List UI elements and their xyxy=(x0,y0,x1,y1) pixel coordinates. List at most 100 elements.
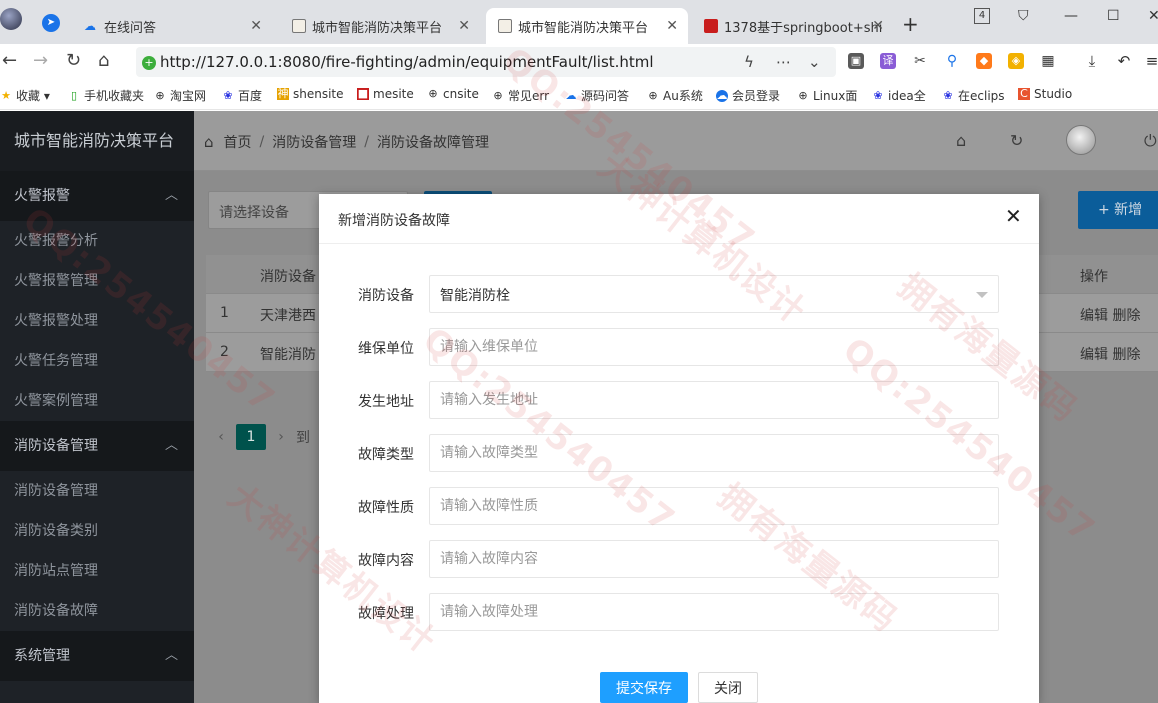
home-icon[interactable]: ⌂ xyxy=(956,131,966,150)
tab-platform-1[interactable]: 城市智能消防决策平台 ✕ xyxy=(280,8,480,44)
minimize-icon[interactable]: — xyxy=(1064,8,1078,24)
sidebar-item-alarm-analysis[interactable]: 火警报警分析 xyxy=(0,221,194,261)
next-page-icon[interactable]: › xyxy=(266,429,296,445)
bookmark-au[interactable]: ⊕ Au系统 xyxy=(647,87,702,104)
breadcrumb-home[interactable]: 首页 xyxy=(224,132,252,152)
sidebar-item-equipment-category[interactable]: 消防设备类别 xyxy=(0,511,194,551)
bookmark-mesite[interactable]: ■ mesite xyxy=(357,87,414,101)
fault-type-input[interactable] xyxy=(429,434,999,472)
equipment-select[interactable] xyxy=(429,275,999,313)
bookmark-baidu[interactable]: ❀ 百度 xyxy=(222,87,262,104)
field-row-fault-content: 故障内容 xyxy=(319,540,1039,578)
home-icon[interactable]: ⌂ xyxy=(204,133,214,151)
field-label: 故障性质 xyxy=(358,500,414,516)
apps-grid-icon[interactable]: ▦ xyxy=(1040,53,1056,69)
page-jump-label: 到 xyxy=(296,430,310,446)
tab-close-icon[interactable]: ✕ xyxy=(666,18,678,34)
sidebar-group-fire-alarm[interactable]: 火警报警 ︿ xyxy=(0,171,194,221)
sidebar-item-case-management[interactable]: 火警案例管理 xyxy=(0,381,194,421)
bookmark-taobao[interactable]: ⊕ 淘宝网 xyxy=(154,87,206,104)
sidebar-item-equipment-fault[interactable]: 消防设备故障 xyxy=(0,591,194,631)
address-bar[interactable]: + http://127.0.0.1:8080/fire-fighting/ad… xyxy=(136,47,836,77)
top-header: ⌂ 首页 / 消防设备管理 / 消防设备故障管理 ⌂ ↻ ⏻ xyxy=(194,111,1158,171)
add-button[interactable]: + 新增 xyxy=(1078,191,1158,229)
sidebar-item-alarm-handling[interactable]: 火警报警处理 xyxy=(0,301,194,341)
phone-icon: ▯ xyxy=(70,88,78,102)
sidebar-group-system[interactable]: 系统管理 ︿ xyxy=(0,631,194,681)
close-icon[interactable]: ✕ xyxy=(1005,206,1022,226)
profile-avatar-icon[interactable] xyxy=(0,8,22,30)
submit-button[interactable]: 提交保存 xyxy=(600,672,688,703)
bookmark-favorites[interactable]: ★ 收藏 ▾ xyxy=(0,87,50,104)
bookmark-shensite[interactable]: 神 shensite xyxy=(277,87,344,101)
sidebar-item-alarm-management[interactable]: 火警报警管理 xyxy=(0,261,194,301)
tab-count-badge[interactable]: 4 xyxy=(974,8,990,24)
fault-content-input[interactable] xyxy=(429,540,999,578)
url-text[interactable]: http://127.0.0.1:8080/fire-fighting/admi… xyxy=(160,53,654,71)
extension-box-icon[interactable]: ▣ xyxy=(848,53,864,69)
globe-icon: ⊕ xyxy=(155,88,165,102)
tab-springboot[interactable]: 1378基于springboot+shi ✕ xyxy=(692,8,894,44)
bookmark-member[interactable]: ☁ 会员登录 xyxy=(716,87,780,104)
browser-toolbar: ← → ↻ ⌂ + http://127.0.0.1:8080/fire-fig… xyxy=(0,44,1158,80)
fault-nature-input[interactable] xyxy=(429,487,999,525)
back-arrow-icon[interactable]: ← xyxy=(2,50,17,71)
bookmark-linux[interactable]: ⊕ Linux面 xyxy=(797,87,857,104)
field-row-fault-type: 故障类型 xyxy=(319,434,1039,472)
shirt-icon[interactable]: ⛉ xyxy=(1018,8,1029,24)
reload-icon[interactable]: ↻ xyxy=(66,50,81,71)
bookmark-idea[interactable]: ❀ idea全 xyxy=(872,87,925,104)
forward-arrow-icon[interactable]: → xyxy=(33,50,48,71)
new-tab-plus-icon[interactable]: + xyxy=(902,12,919,36)
chevron-down-icon[interactable]: ⌄ xyxy=(808,53,821,71)
secure-shield-icon: + xyxy=(142,56,156,70)
tab-close-icon[interactable]: ✕ xyxy=(250,18,262,34)
home-icon[interactable]: ⌂ xyxy=(98,50,109,71)
address-input[interactable] xyxy=(429,381,999,419)
tab-close-icon[interactable]: ✕ xyxy=(458,18,470,34)
translate-icon[interactable]: 译 xyxy=(880,53,896,69)
sidebar-item-equipment-management[interactable]: 消防设备管理 xyxy=(0,471,194,511)
bookmark-studio[interactable]: C Studio xyxy=(1018,87,1072,101)
user-avatar[interactable] xyxy=(1066,125,1096,155)
maximize-icon[interactable]: ☐ xyxy=(1107,8,1120,24)
tab-online-qa[interactable]: ☁ 在线问答 ✕ xyxy=(72,8,272,44)
close-button[interactable]: 关闭 xyxy=(698,672,758,703)
menu-icon[interactable]: ≡ xyxy=(1144,53,1158,69)
undo-icon[interactable]: ↶ xyxy=(1116,53,1132,69)
maintenance-unit-input[interactable] xyxy=(429,328,999,366)
window-close-icon[interactable]: ✕ xyxy=(1148,8,1158,24)
sidebar: 城市智能消防决策平台 火警报警 ︿ 火警报警分析 火警报警管理 火警报警处理 火… xyxy=(0,111,194,703)
sidebar-item-station-management[interactable]: 消防站点管理 xyxy=(0,551,194,591)
tab-close-icon[interactable]: ✕ xyxy=(872,18,884,34)
page-favicon-icon xyxy=(704,19,718,33)
row-actions[interactable]: 编辑 删除 xyxy=(1080,305,1140,325)
send-icon[interactable]: ➤ xyxy=(42,14,60,32)
bookmark-source-qa[interactable]: ☁ 源码问答 xyxy=(565,87,630,104)
refresh-icon[interactable]: ↻ xyxy=(1010,131,1023,150)
member-icon: ☁ xyxy=(716,88,728,102)
cloud-icon: ☁ xyxy=(565,88,577,102)
sidebar-group-equipment[interactable]: 消防设备管理 ︿ xyxy=(0,421,194,471)
download-icon[interactable]: ⤓ xyxy=(1084,53,1100,69)
sidebar-item-task-management[interactable]: 火警任务管理 xyxy=(0,341,194,381)
bookmark-eclipse[interactable]: ❀ 在eclips xyxy=(942,87,1004,104)
bookmark-cnsite[interactable]: ⊕ cnsite xyxy=(427,87,479,101)
prev-page-icon[interactable]: ‹ xyxy=(206,429,236,445)
game-controller-icon[interactable]: ◆ xyxy=(976,53,992,69)
search-icon[interactable]: ⚲ xyxy=(944,53,960,69)
power-icon[interactable]: ⏻ xyxy=(1144,131,1157,151)
shield-badge-icon[interactable]: ◈ xyxy=(1008,53,1024,69)
row-actions[interactable]: 编辑 删除 xyxy=(1080,344,1140,364)
lightning-icon[interactable]: ϟ xyxy=(744,53,754,71)
globe-icon: ⊕ xyxy=(648,88,658,102)
bookmark-mobile[interactable]: ▯ 手机收藏夹 xyxy=(68,87,144,104)
page-current[interactable]: 1 xyxy=(236,424,266,450)
tab-platform-active[interactable]: 城市智能消防决策平台 ✕ xyxy=(486,8,688,44)
fault-handling-input[interactable] xyxy=(429,593,999,631)
breadcrumb-equipment[interactable]: 消防设备管理 xyxy=(272,132,356,152)
field-label: 消防设备 xyxy=(358,288,414,304)
more-dots-icon[interactable]: ⋯ xyxy=(776,53,791,71)
bookmark-common-err[interactable]: ⊕ 常见err xyxy=(492,87,549,104)
scissors-icon[interactable]: ✂ xyxy=(912,53,928,69)
